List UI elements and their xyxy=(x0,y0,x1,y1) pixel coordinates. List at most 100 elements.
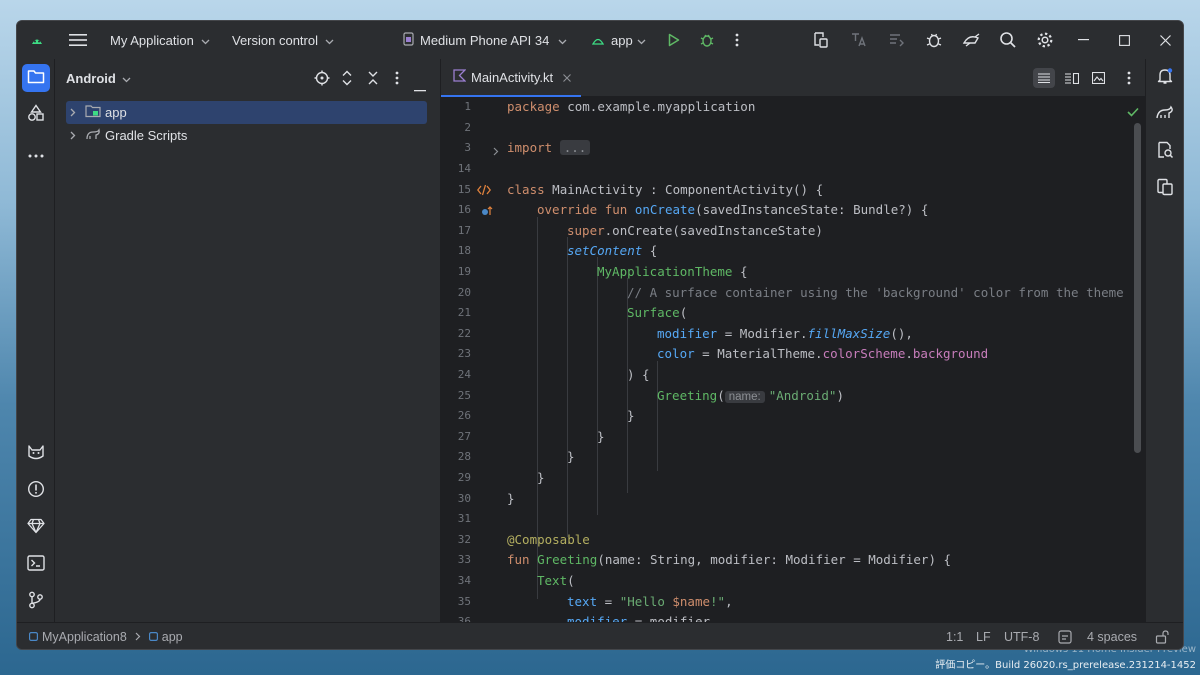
breadcrumb-project[interactable]: MyApplication8 xyxy=(42,630,127,644)
tree-item-label: app xyxy=(105,105,127,120)
line-number: 20 xyxy=(457,286,471,299)
code-line: modifier = Modifier.fillMaxSize(), xyxy=(657,326,913,341)
indent-guide xyxy=(597,257,598,515)
indent-setting[interactable]: 4 spaces xyxy=(1087,630,1137,644)
fold-chevron-icon[interactable] xyxy=(493,141,499,160)
project-panel-header: Android xyxy=(55,59,440,97)
vertical-scrollbar[interactable] xyxy=(1134,123,1141,453)
gradle-tool-button[interactable] xyxy=(1151,101,1179,129)
git-branch-icon xyxy=(28,591,44,613)
lock-open-icon[interactable] xyxy=(1155,630,1169,647)
code-line: } xyxy=(567,449,575,464)
code-line: override fun onCreate(savedInstanceState… xyxy=(537,202,929,217)
run-config-name: app xyxy=(611,32,633,48)
chevron-down-icon xyxy=(325,33,334,48)
project-tool-button[interactable] xyxy=(22,64,50,92)
locate-file-icon[interactable] xyxy=(314,70,330,90)
running-devices-button[interactable] xyxy=(1151,175,1179,203)
close-tab-icon[interactable] xyxy=(563,70,571,85)
device-file-explorer-button[interactable] xyxy=(1151,138,1179,166)
breadcrumb-module[interactable]: app xyxy=(162,630,183,644)
folder-icon xyxy=(27,69,45,88)
collapse-all-icon[interactable] xyxy=(367,70,379,90)
code-line: Text( xyxy=(537,573,575,588)
line-number: 26 xyxy=(457,409,471,422)
minimize-icon[interactable] xyxy=(1072,21,1094,59)
panel-options-icon[interactable] xyxy=(395,70,399,90)
tree-item-label: Gradle Scripts xyxy=(105,128,188,143)
device-selector[interactable]: Medium Phone API 34 xyxy=(403,21,567,59)
settings-gear-icon[interactable] xyxy=(1033,21,1057,59)
readonly-toggle-icon[interactable] xyxy=(1058,630,1072,647)
more-tool-windows-button[interactable] xyxy=(22,138,50,166)
run-icon[interactable] xyxy=(663,21,685,59)
maximize-icon[interactable] xyxy=(1113,21,1135,59)
chevron-down-icon xyxy=(122,71,131,86)
status-bar: MyApplication8 app 1:1 LF UTF-8 4 spaces xyxy=(17,622,1183,649)
debug-icon[interactable] xyxy=(696,21,718,59)
project-view-selector[interactable]: Android xyxy=(66,59,131,97)
chevron-down-icon xyxy=(201,33,210,48)
code-view-icon[interactable] xyxy=(1033,68,1055,88)
line-number: 17 xyxy=(457,224,471,237)
line-separator[interactable]: LF xyxy=(976,630,991,644)
hide-panel-icon[interactable] xyxy=(414,77,426,96)
line-number: 28 xyxy=(457,450,471,463)
resource-manager-button[interactable] xyxy=(22,101,50,129)
line-number: 31 xyxy=(457,512,471,525)
tree-item-gradle-scripts[interactable]: Gradle Scripts xyxy=(66,124,427,147)
file-search-icon xyxy=(1156,141,1174,163)
logcat-button[interactable] xyxy=(22,440,50,468)
caret-position[interactable]: 1:1 xyxy=(946,630,963,644)
line-number: 21 xyxy=(457,306,471,319)
run-config-selector[interactable]: app xyxy=(591,21,646,59)
main-menu-icon[interactable] xyxy=(65,21,91,59)
apply-code-changes-icon xyxy=(885,21,909,59)
left-tool-strip xyxy=(17,59,55,622)
apply-changes-icon[interactable] xyxy=(809,21,833,59)
code-line: ) { xyxy=(627,367,650,382)
terminal-button[interactable] xyxy=(22,551,50,579)
version-control-button[interactable] xyxy=(22,588,50,616)
line-number: 1 xyxy=(464,100,471,113)
code-line: package com.example.myapplication xyxy=(507,99,756,114)
shapes-icon xyxy=(27,104,45,126)
android-studio-logo xyxy=(27,21,47,59)
design-view-icon[interactable] xyxy=(1087,68,1109,88)
line-number: 32 xyxy=(457,533,471,546)
line-number: 16 xyxy=(457,203,471,216)
code-line: modifier = modifier xyxy=(567,614,711,622)
phone-icon xyxy=(403,31,414,49)
override-marker-icon[interactable] xyxy=(481,202,493,221)
attach-debugger-icon[interactable] xyxy=(922,21,946,59)
tab-main-activity[interactable]: MainActivity.kt xyxy=(441,59,581,97)
code-line: } xyxy=(627,408,635,423)
device-manager-icon[interactable] xyxy=(959,21,983,59)
folded-imports: ... xyxy=(559,140,591,155)
line-number: 30 xyxy=(457,492,471,505)
problems-button[interactable] xyxy=(22,477,50,505)
version-control-menu[interactable]: Version control xyxy=(232,21,334,59)
chevron-down-icon xyxy=(558,33,567,48)
code-line: } xyxy=(597,429,605,444)
file-encoding[interactable]: UTF-8 xyxy=(1004,630,1039,644)
close-icon[interactable] xyxy=(1154,21,1176,59)
notifications-button[interactable] xyxy=(1151,64,1179,92)
project-selector[interactable]: My Application xyxy=(110,21,210,59)
module-square-icon xyxy=(148,630,158,644)
expand-all-icon[interactable] xyxy=(341,70,353,90)
code-line: text = "Hello $name!", xyxy=(567,594,733,609)
code-line: // A surface container using the 'backgr… xyxy=(627,285,1124,300)
compose-preview-icon[interactable] xyxy=(476,181,492,200)
split-view-icon[interactable] xyxy=(1061,68,1083,88)
search-icon[interactable] xyxy=(996,21,1020,59)
more-actions-icon[interactable] xyxy=(729,21,745,59)
gemini-button[interactable] xyxy=(22,514,50,542)
line-number: 25 xyxy=(457,389,471,402)
code-area[interactable]: package com.example.myapplication import… xyxy=(507,97,1127,622)
no-problems-check-icon[interactable] xyxy=(1127,102,1139,121)
editor-options-icon[interactable] xyxy=(1127,70,1131,90)
tree-item-app[interactable]: app xyxy=(66,101,427,124)
line-number: 29 xyxy=(457,471,471,484)
android-icon xyxy=(591,33,605,48)
